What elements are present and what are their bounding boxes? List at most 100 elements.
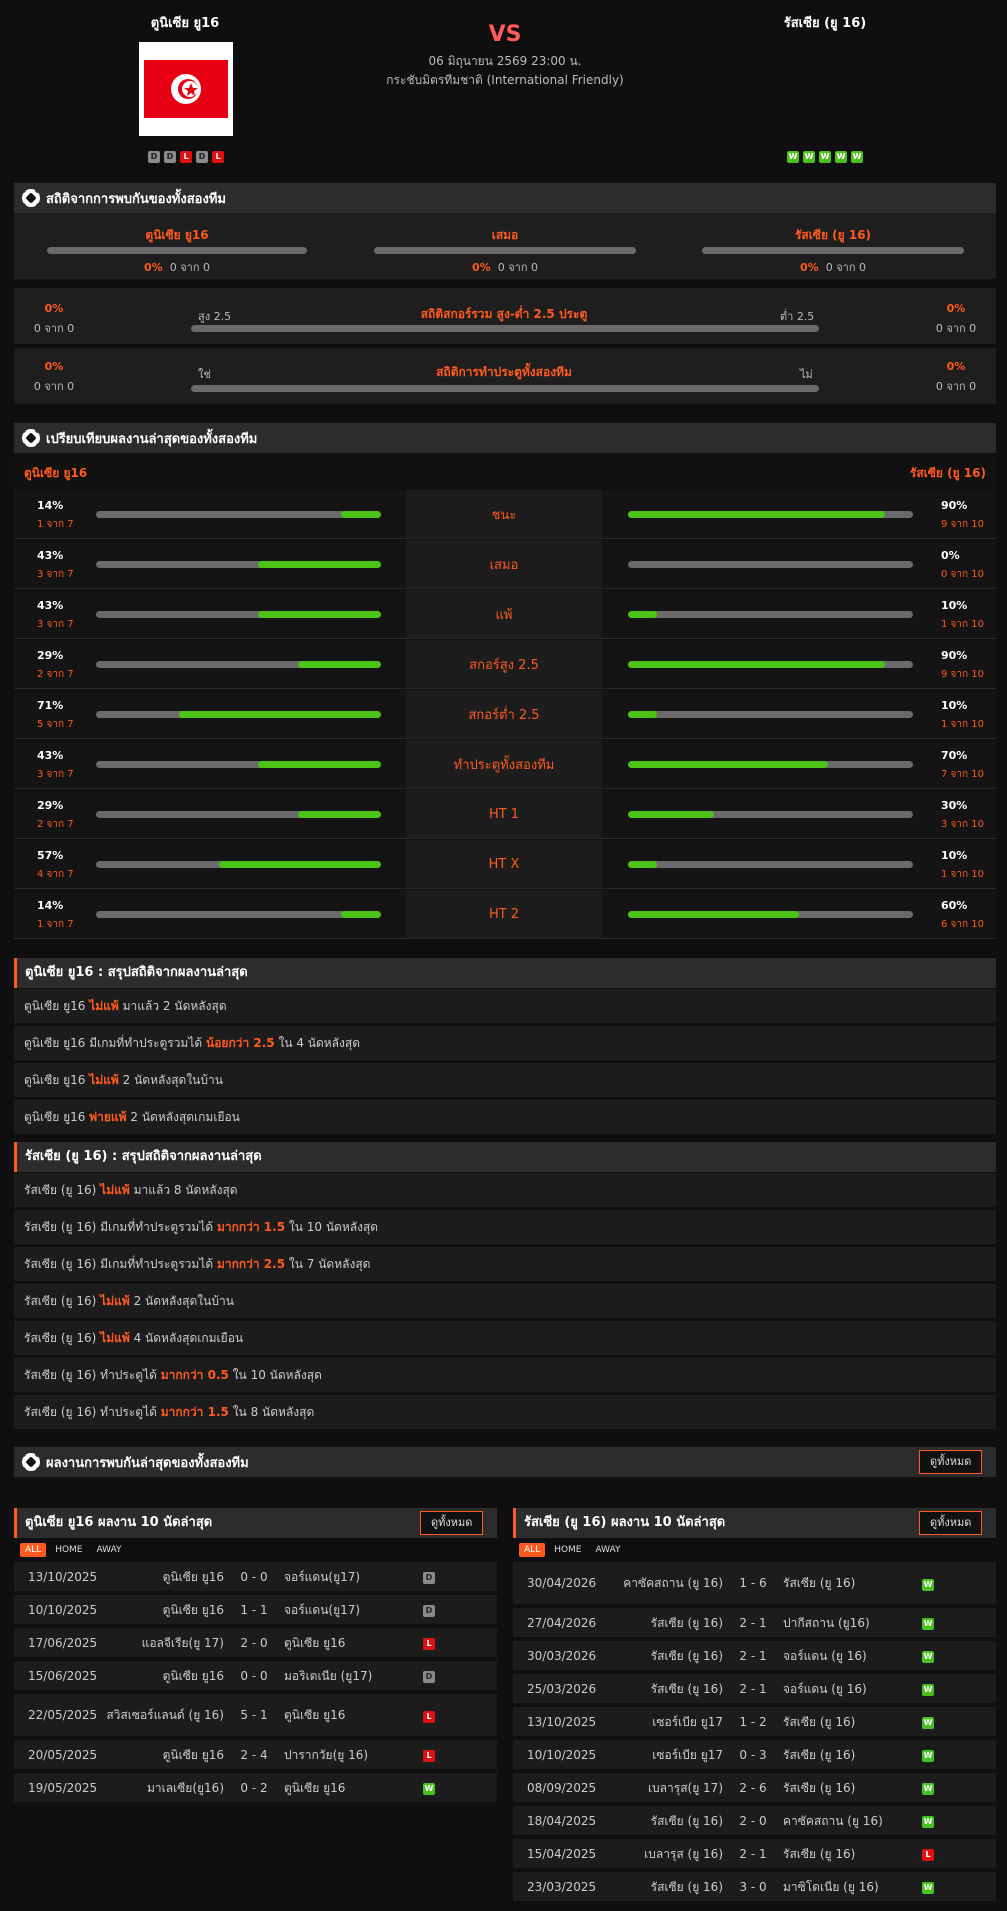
compare-away-count: 0 จาก 10	[941, 569, 984, 580]
match-home-team: เบลารุส(ยู 17)	[647, 1780, 723, 1795]
compare-away-bar-fill	[628, 511, 885, 518]
compare-home-bar-fill	[341, 511, 381, 518]
match-date: 10/10/2025	[28, 1602, 98, 1617]
match-date: 22/05/2025	[28, 1708, 98, 1722]
match-row[interactable]: 27/04/2026 รัสเซีย (ยู 16) 2 - 1 ปากีสถาน (…	[513, 1608, 996, 1639]
compare-home-count: 3 จาก 7	[37, 619, 74, 630]
compare-row: 43% 3 จาก 7 เสมอ 0% 0 จาก 10	[14, 540, 996, 589]
match-result: W	[903, 1813, 953, 1828]
match-row[interactable]: 25/03/2026 รัสเซีย (ยู 16) 2 - 1 จอร์แดน (ย…	[513, 1674, 996, 1705]
match-row[interactable]: 30/04/2026 คาซัคสถาน (ยู 16) 1 - 6 รัสเซีย …	[513, 1562, 996, 1606]
summary-detail: 2 นัดหลังสุดในบ้าน	[133, 1294, 234, 1308]
match-row[interactable]: 08/09/2025 เบลารุส(ยู 17) 2 - 6 รัสเซีย (ยู…	[513, 1773, 996, 1804]
summary-row: รัสเซีย (ยู 16) มีเกมที่ทำประตูรวมได้ มา…	[14, 1247, 996, 1281]
match-result: D	[404, 1602, 454, 1617]
compare-home-count: 5 จาก 7	[37, 719, 74, 730]
compare-away-bar	[628, 811, 913, 818]
compare-home-name[interactable]: ตูนิเซีย ยู16	[24, 464, 87, 483]
match-date: 23/03/2025	[527, 1879, 597, 1894]
btts-left-count: 0 จาก 0	[33, 380, 75, 393]
compare-away-bar-fill	[628, 711, 657, 718]
compare-away-bar	[628, 611, 913, 618]
match-row[interactable]: 22/05/2025 สวิสเซอร์แลนด์ (ยู 16) 5 - 1 ตูน…	[14, 1694, 497, 1738]
away-form: WWWWW	[778, 151, 872, 163]
match-row[interactable]: 10/10/2025 เซอร์เบีย ยู17 0 - 3 รัสเซีย (ยู…	[513, 1740, 996, 1771]
compare-home-bar	[96, 661, 381, 668]
home-tab-all[interactable]: ALL	[20, 1543, 47, 1557]
match-result-badge: W	[922, 1882, 934, 1894]
home-tab-away[interactable]: AWAY	[92, 1543, 127, 1557]
away-view-all-button[interactable]: ดูทั้งหมด	[919, 1511, 983, 1535]
summary-team: รัสเซีย (ยู 16) มีเกมที่ทำประตูรวมได้	[24, 1257, 214, 1271]
match-row[interactable]: 20/05/2025 ตูนิเซีย ยู16 2 - 4 ปารากวัย(ยู …	[14, 1740, 497, 1771]
home-form-badge: L	[212, 151, 224, 163]
summary-row: รัสเซีย (ยู 16) ไม่แพ้ 4 นัดหลังสุดเกมเย…	[14, 1321, 996, 1355]
match-home-team: รัสเซีย (ยู 16)	[650, 1615, 723, 1630]
h2h-home-label: ตูนิเซีย ยู16	[145, 228, 209, 242]
summary-team: รัสเซีย (ยู 16)	[24, 1183, 97, 1197]
home-team-name[interactable]: ตูนิเซีย ยู16	[115, 12, 255, 33]
away-team-name[interactable]: รัสเซีย (ยู 16)	[755, 12, 895, 33]
summary-row: รัสเซีย (ยู 16) ไม่แพ้ มาแล้ว 8 นัดหลังส…	[14, 1173, 996, 1207]
match-home-team: มาเลเซีย(ยู16)	[146, 1780, 224, 1795]
match-row[interactable]: 18/04/2025 รัสเซีย (ยู 16) 2 - 0 คาซัคสถาน …	[513, 1806, 996, 1837]
match-score: 3 - 0	[739, 1879, 767, 1894]
compare-away-count: 1 จาก 10	[941, 869, 984, 880]
match-home-team: รัสเซีย (ยู 16)	[650, 1681, 723, 1696]
match-score: 1 - 2	[739, 1714, 767, 1729]
compare-away-bar	[628, 911, 913, 918]
match-row[interactable]: 15/04/2025 เบลารุส (ยู 16) 2 - 1 รัสเซีย (ย…	[513, 1839, 996, 1870]
match-score: 0 - 2	[240, 1780, 268, 1795]
h2h-home-pct: 0%	[144, 261, 163, 274]
match-row[interactable]: 17/06/2025 แอลจีเรีย(ยู 17) 2 - 0 ตูนิเซีย …	[14, 1628, 497, 1659]
compare-home-bar	[96, 511, 381, 518]
match-score: 2 - 1	[739, 1846, 767, 1861]
compare-home-pct: 43%	[37, 599, 64, 612]
match-result-badge: W	[922, 1578, 934, 1591]
home-view-all-button[interactable]: ดูทั้งหมด	[420, 1511, 484, 1535]
away-tab-away[interactable]: AWAY	[591, 1543, 626, 1557]
btts-left-pct: 0%	[44, 360, 64, 373]
match-row[interactable]: 23/03/2025 รัสเซีย (ยู 16) 3 - 0 มาซิโดเนีย…	[513, 1872, 996, 1903]
match-result-badge: W	[423, 1783, 435, 1795]
away-tab-home[interactable]: HOME	[549, 1543, 586, 1557]
compare-metric-label: สกอร์ต่ำ 2.5	[406, 690, 602, 738]
summary-detail: 2 นัดหลังสุดเกมเยือน	[130, 1110, 240, 1124]
h2h-draw-bar	[374, 247, 636, 254]
vs-label: VS	[488, 22, 522, 47]
away-tab-all[interactable]: ALL	[519, 1543, 546, 1557]
compare-home-pct: 71%	[37, 699, 64, 712]
match-result: L	[903, 1846, 953, 1861]
away-form-badge: W	[803, 151, 815, 163]
summary-row: ตูนิเซีย ยู16 ไม่แพ้ มาแล้ว 2 นัดหลังสุด	[14, 989, 996, 1023]
match-row[interactable]: 15/06/2025 ตูนิเซีย ยู16 0 - 0 มอริเตเนีย (…	[14, 1661, 497, 1692]
match-result: W	[903, 1615, 953, 1630]
compare-metric-label: HT X	[406, 840, 602, 888]
compare-home-bar	[96, 561, 381, 568]
match-result-badge: L	[423, 1710, 435, 1723]
compare-away-bar-fill	[628, 761, 828, 768]
compare-away-pct: 10%	[941, 599, 968, 612]
compare-away-name[interactable]: รัสเซีย (ยู 16)	[910, 464, 986, 483]
match-result-badge: D	[423, 1572, 435, 1584]
compare-away-count: 6 จาก 10	[941, 919, 984, 930]
summary-row: รัสเซีย (ยู 16) ไม่แพ้ 2 นัดหลังสุดในบ้า…	[14, 1284, 996, 1318]
compare-away-bar-fill	[628, 911, 799, 918]
match-result-badge: W	[922, 1816, 934, 1828]
recent-view-all-button[interactable]: ดูทั้งหมด	[919, 1450, 983, 1474]
match-score: 1 - 6	[739, 1576, 767, 1590]
match-row[interactable]: 10/10/2025 ตูนิเซีย ยู16 1 - 1 จอร์แดน(ยู17…	[14, 1595, 497, 1626]
summary-row: ตูนิเซีย ยู16 ไม่แพ้ 2 นัดหลังสุดในบ้าน	[14, 1063, 996, 1097]
match-row[interactable]: 30/03/2026 รัสเซีย (ยู 16) 2 - 1 จอร์แดน (ย…	[513, 1641, 996, 1672]
summary-detail: ใน 4 นัดหลังสุด	[278, 1036, 361, 1050]
btts-no-label: ไม่	[800, 368, 813, 381]
match-row[interactable]: 13/10/2025 เซอร์เบีย ยู17 1 - 2 รัสเซีย (ยู…	[513, 1707, 996, 1738]
match-row[interactable]: 19/05/2025 มาเลเซีย(ยู16) 0 - 2 ตูนิเซีย ยู…	[14, 1773, 497, 1804]
home-tab-home[interactable]: HOME	[50, 1543, 87, 1557]
match-result-badge: D	[423, 1671, 435, 1683]
h2h-away-label: รัสเซีย (ยู 16)	[794, 228, 872, 242]
compare-away-pct: 0%	[941, 549, 960, 562]
compare-away-count: 3 จาก 10	[941, 819, 984, 830]
match-date: 17/06/2025	[28, 1635, 98, 1650]
match-row[interactable]: 13/10/2025 ตูนิเซีย ยู16 0 - 0 จอร์แดน(ยู17…	[14, 1562, 497, 1593]
